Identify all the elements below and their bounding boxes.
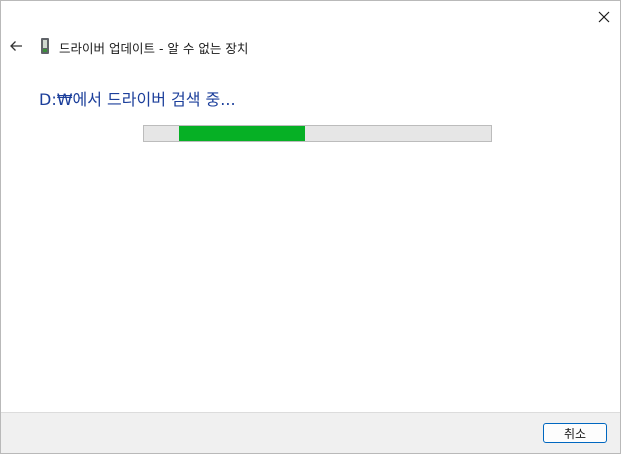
status-message: D:₩에서 드라이버 검색 중... — [39, 90, 236, 109]
close-icon — [598, 11, 610, 23]
dialog-title: 드라이버 업데이트 - 알 수 없는 장치 — [59, 41, 249, 56]
driver-update-dialog: 드라이버 업데이트 - 알 수 없는 장치 D:₩에서 드라이버 검색 중...… — [0, 0, 621, 454]
progress-bar — [143, 125, 492, 142]
back-arrow-icon — [10, 41, 22, 51]
dialog-header: 드라이버 업데이트 - 알 수 없는 장치 — [1, 33, 620, 59]
progress-fill — [178, 126, 306, 141]
dialog-footer: 취소 — [1, 412, 620, 453]
device-icon — [41, 38, 49, 54]
back-button[interactable] — [5, 35, 27, 57]
close-button[interactable] — [587, 3, 620, 31]
cancel-button[interactable]: 취소 — [543, 423, 607, 443]
